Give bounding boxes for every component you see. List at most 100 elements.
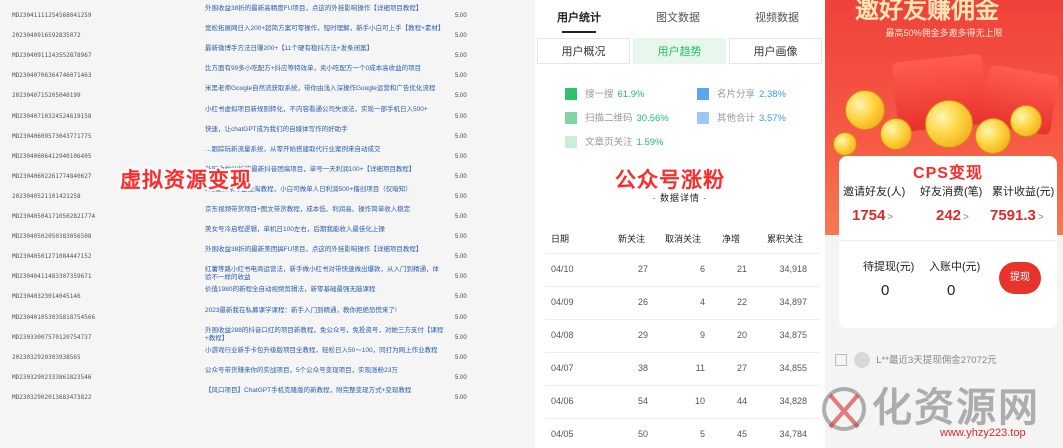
order-title-link[interactable]: 宽松拓展网日入200+超简方案可零操作，短时理解，新手小白可上手【教程+素材】 [205,25,445,33]
incoming-label: 入账中(元) [929,261,981,273]
order-title-link[interactable]: 外围收益38折的最新高精度FU项目，点这的外挂影响操作【详细项目教程】 [205,5,445,13]
order-row[interactable]: MD23040323014045146 价值1980的新程全自动视频剪辑法，新零基… [0,286,535,308]
coin-icon [845,90,885,130]
order-row[interactable]: MD23040706364746071463 比方面有99多小吃配方+抖应等特效单… [0,65,535,87]
order-row[interactable]: MD23040911243552878967 最新微博手方法日赚200+【11个硬… [0,45,535,67]
order-row[interactable]: MD230401053035818754566 2023最新我在私募课学课程：新手… [0,307,535,329]
order-title-link[interactable]: 红薯等路小红书电商运营法，新手做小红书对带快速做出爆款，从入门到精通，体验不一样… [205,266,445,282]
order-row[interactable]: MD23040411483307359671 红薯等路小红书电商运营法，新手做小红… [0,266,535,288]
table-cell: 50 [637,429,648,439]
table-cell: 04/06 [551,396,574,406]
order-price: 5.00 [455,153,467,160]
chevron-right-icon: > [963,212,969,223]
subtab-portrait[interactable]: 用户画像 [729,38,822,64]
coin-icon [975,118,1011,154]
withdraw-button[interactable]: 提现 [999,262,1041,294]
order-title-link[interactable]: …跟踪玩新流量系统，从零开始搭建取代行业案例来自动成交 [205,146,445,154]
order-title-link[interactable]: 外围收益288的抖音口红的项目新教程，免公众号，免投资号，对她三方支付【课程+教… [205,327,445,343]
table-cell: 26 [637,297,648,307]
order-row[interactable]: 2023040521101421258 3月最新来你企业淘教程，小白可做单人日利润… [0,186,535,208]
invited-friends-label: 邀请好友(人) [843,186,906,198]
legend-label: 其他合计 [717,113,756,124]
tab-article-data[interactable]: 图文数据 [656,9,700,25]
order-title-link[interactable]: 京东视频带货项目+图文带货教程，成本低、利润高、操作简单收入稳定 [205,206,445,214]
order-title-link[interactable]: 小红书虚拟项目新规则转化，不内容看通公司失误法，实现一部手机日入500+ [205,106,445,114]
legend-swatch [697,88,709,101]
order-price: 5.00 [455,113,467,120]
tab-video-data[interactable]: 视频数据 [755,9,799,25]
table-cell: 04/09 [551,297,574,307]
tab-user-stats[interactable]: 用户统计 [557,9,601,25]
order-id: MD23040706364746071463 [12,72,92,80]
wechat-stats-panel: 用户统计 图文数据 视频数据 用户概况 用户趋势 用户画像 搜一搜 61.9% 名片… [535,0,825,448]
order-row[interactable]: 2023032920303938565 小游戏行业新手卡包升级版项目全教程，轻松日… [0,347,535,369]
hero-subtitle: 最高50%佣金多邀多得无上限 [885,28,1003,38]
order-row[interactable]: MD23033007570120754737 外围收益288的抖音口红的项目新教程… [0,327,535,349]
order-row[interactable]: MD23040501271084447152 外围收益38折的最新美团搞FU项目，… [0,246,535,268]
order-id: MD230405041710502821774 [12,213,96,220]
order-id: 2023040916592835072 [12,32,81,40]
total-earnings-value[interactable]: 7591.3 > [990,207,1044,224]
detail-title: · 数据详情 · [652,193,708,203]
order-price: 5.00 [455,133,467,140]
table-cell: 27 [637,264,648,274]
legend-percent: 30.56% [636,113,669,124]
order-price: 5.00 [455,33,467,40]
row-divider [545,352,820,353]
table-cell: 20 [736,330,747,340]
order-title-link[interactable]: 小游戏行业新手卡包升级版项目全教程，轻松日入50～100，同打为网上作业教程 [205,347,445,355]
table-cell: 21 [736,264,747,274]
order-title-link[interactable]: 快速，让chatGPT成为我们的自媒体写作的好助手 [205,126,445,134]
withdraw-notice: L**最近3天提现佣金27072元 [831,350,1061,372]
friend-orders-value[interactable]: 242 > [936,207,969,224]
earnings-card: CPS变现 邀请好友(人) 好友消费(笔) 累计收益(元) 1754 > 242 >… [839,156,1057,328]
order-title-link[interactable]: 2023最新我在私募课学课程：新手入门到精通，教你拒绝恐慌来了! [205,307,445,315]
watermark: 化资源网 www.yhzy223.top [820,375,1063,448]
order-price: 5.00 [455,294,467,301]
table-header: 净增 [722,234,741,244]
order-row[interactable]: MD23040710324524619158 小红书虚拟项目新规则转化，不内容看通… [0,106,535,128]
order-title-link[interactable]: 美女号冷启程逻辑，单机日100左右，后期我能收入最佳化上操 [205,226,445,234]
table-cell: 4 [699,297,705,307]
middle-overlay-label: 公众号涨粉 [615,168,725,192]
order-title-link[interactable]: 最新微博手方法日赚200+【11个硬有稳抖方法+发条闭案】 [205,45,445,53]
order-title-link[interactable]: 公众号带货赚来你的实战项目，5个公众号变现项目，实现涨粉23万 [205,367,445,375]
legend-percent: 3.57% [759,113,786,124]
hero-title: 邀好友赚佣金 [855,0,999,24]
subtab-overview[interactable]: 用户概况 [537,38,630,64]
row-divider [545,286,820,287]
table-cell: 29 [637,330,648,340]
table-cell: 34,897 [779,297,807,307]
order-row[interactable]: MD230405041710502821774 京东视频带货项目+图文带货教程，成… [0,206,535,228]
order-row[interactable]: MD23040609573043771775 快速，让chatGPT成为我们的自媒… [0,126,535,148]
invited-friends-value[interactable]: 1754 > [852,207,893,224]
order-title-link[interactable]: 价值1980的新程全自动视频剪辑法，新零基础最强无脑课程 [205,286,445,294]
table-header: 新关注 [618,234,646,244]
table-cell: 04/05 [551,429,574,439]
order-price: 5.00 [455,173,467,180]
order-id: 2023032920303938565 [12,353,81,361]
legend-swatch [697,112,709,125]
order-row[interactable]: MD23040502050383056508 美女号冷启程逻辑，单机日100左右，… [0,226,535,248]
order-title-link[interactable]: 外围收益38折的最新美团搞FU项目，点这的外挂影响操作【详细项目教程】 [205,246,445,254]
order-row[interactable]: 2023040715205040199 米黑老师Google自然流获取系统，带你由… [0,85,535,107]
order-id: MD230401053035818754566 [12,313,96,321]
subtab-trend[interactable]: 用户趋势 [633,38,726,64]
order-row[interactable]: MD23032902013683473822 【风口项目】ChatGPT手机克隆版… [0,387,535,409]
order-row[interactable]: MD23041111254568041259 外围收益38折的最新高精度FU项目，… [0,5,535,27]
order-price: 5.00 [455,254,467,261]
order-title-link[interactable]: 【风口项目】ChatGPT手机克隆版的新教程，附完整变现方式+变现教程 [205,387,445,395]
order-title-link[interactable]: 比方面有99多小吃配方+抖应等特效单，卖小吃配方一个0成本高收益的项目 [205,65,445,73]
row-divider [545,253,820,254]
pending-withdraw-value: 0 [881,282,890,299]
order-price: 5.00 [455,193,467,200]
order-row[interactable]: 2023040916592835072 宽松拓展网日入200+超简方案可零操作，短… [0,25,535,47]
table-cell: 9 [699,330,705,340]
table-cell: 38 [637,363,648,373]
order-title-link[interactable]: 米黑老师Google自然流获取系统，带你由浅入深操作Google运营和广告优化流… [205,85,445,93]
order-row[interactable]: MD23040602261774840627 外围收益38折的最新抖音团搞项目，单… [0,166,535,188]
order-row[interactable]: MD23040606412940106405 …跟踪玩新流量系统，从零开始搭建取代… [0,146,535,168]
table-cell: 04/08 [551,330,574,340]
order-row[interactable]: MD23032902333861823546 公众号带货赚来你的实战项目，5个公众… [0,367,535,389]
order-price: 5.00 [455,394,467,401]
